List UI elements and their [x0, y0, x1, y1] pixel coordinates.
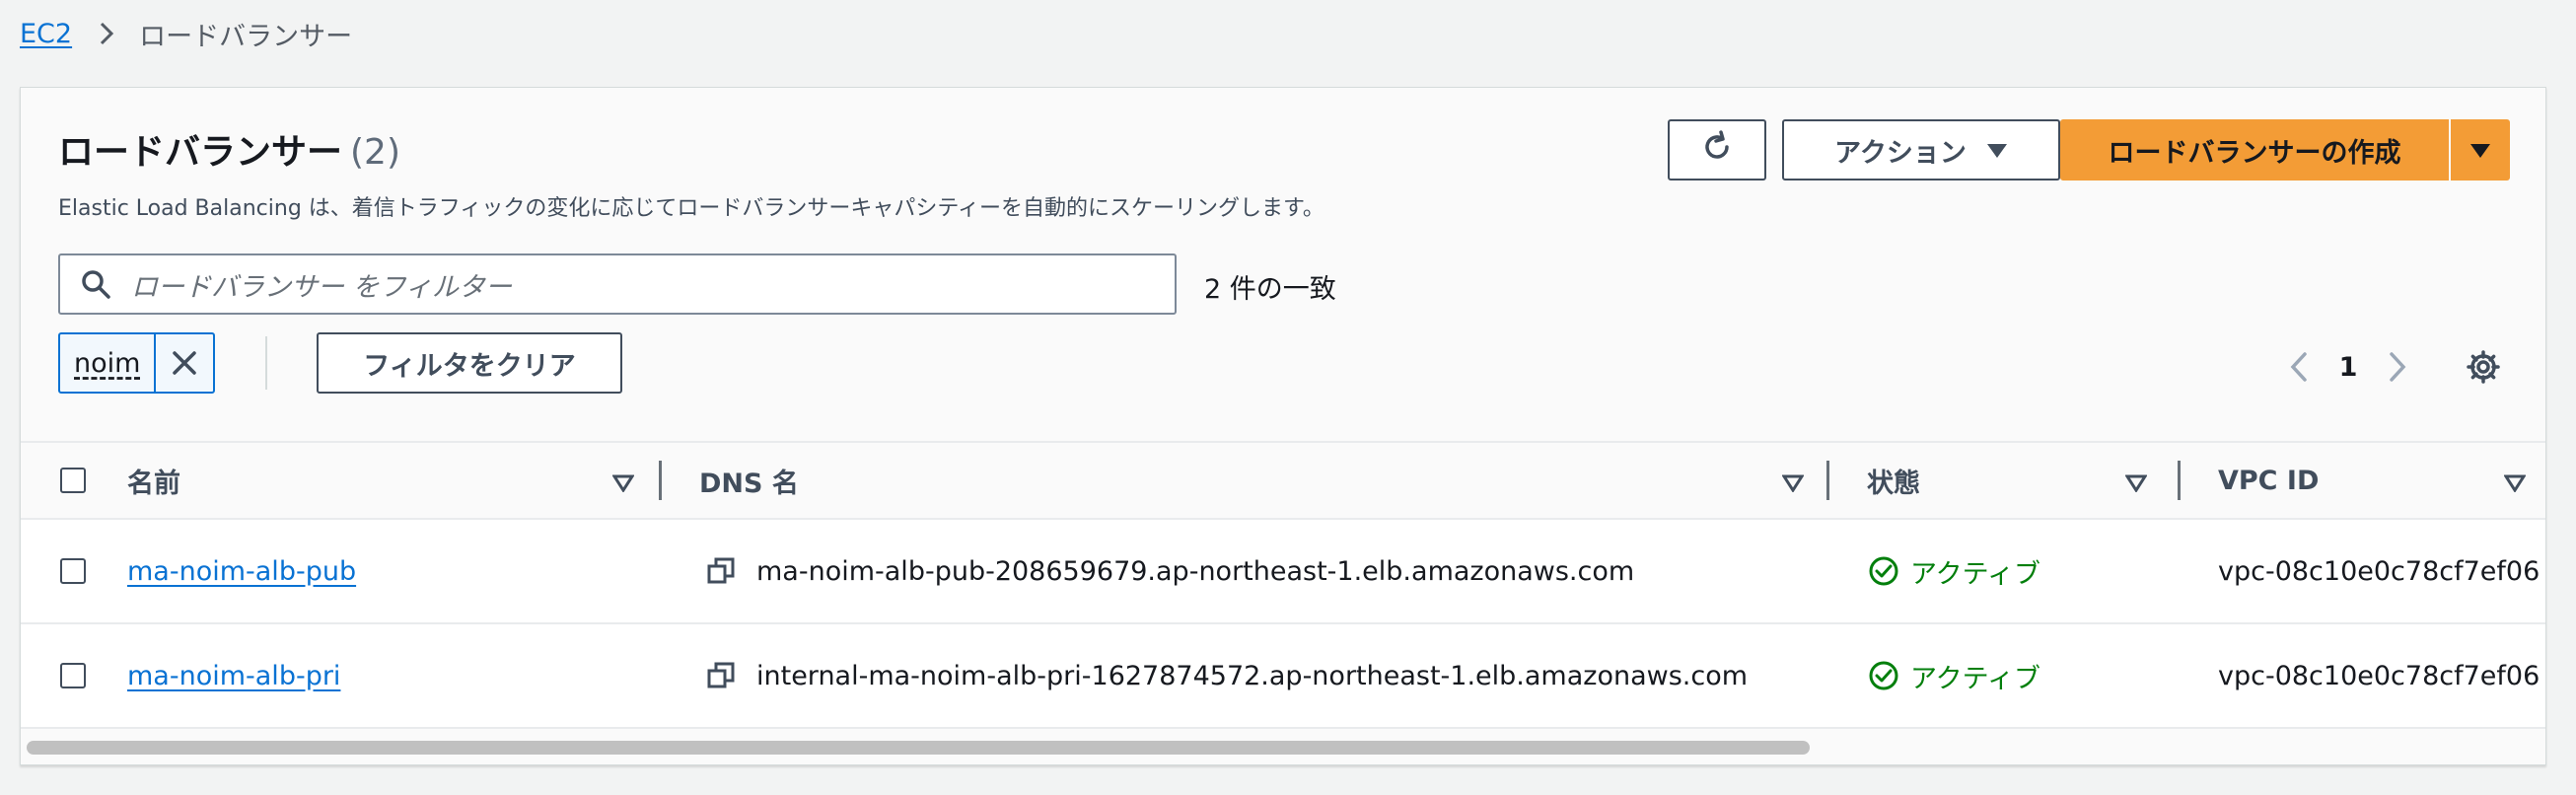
copy-icon[interactable]	[703, 658, 739, 693]
settings-icon	[2467, 350, 2500, 384]
dns-name: ma-noim-alb-pub-208659679.ap-northeast-1…	[756, 555, 1635, 587]
sort-icon	[611, 469, 635, 499]
create-load-balancer-button[interactable]: ロードバランサーの作成	[2060, 119, 2449, 181]
previous-page-button[interactable]	[2277, 345, 2321, 389]
load-balancers-panel: ロードバランサー (2) Elastic Load Balancing は、着信ト…	[20, 87, 2546, 765]
vpc-id: vpc-08c10e0c78cf7ef06	[2218, 660, 2540, 691]
status-text: アクティブ	[1910, 558, 2041, 590]
close-icon	[173, 351, 197, 375]
page-description: Elastic Load Balancing は、着信トラフィックの変化に応じて…	[58, 196, 1324, 221]
vpc-id: vpc-08c10e0c78cf7ef06	[2218, 555, 2540, 587]
match-count: 2 件の一致	[1204, 274, 1336, 305]
select-all-checkbox[interactable]	[60, 468, 86, 493]
item-count: (2)	[350, 132, 401, 173]
load-balancers-table: 名前 DNS 名 状態 VPC ID ma-noim-alb-pub ma-no…	[21, 441, 2545, 729]
caret-down-icon	[1986, 135, 2008, 166]
breadcrumb-current: ロードバランサー	[139, 21, 353, 52]
refresh-button[interactable]	[1668, 119, 1766, 181]
page-title-text: ロードバランサー	[58, 132, 343, 173]
breadcrumb-ec2-link[interactable]: EC2	[20, 19, 72, 49]
create-options-dropdown-button[interactable]	[2451, 119, 2510, 181]
check-circle-icon	[1867, 659, 1900, 692]
copy-icon[interactable]	[703, 553, 739, 589]
actions-dropdown-button[interactable]: アクション	[1782, 119, 2060, 181]
row-checkbox[interactable]	[60, 663, 86, 688]
column-label: DNS 名	[699, 468, 799, 499]
column-header-dns[interactable]: DNS 名	[662, 442, 1829, 519]
pagination: 1	[2277, 342, 2419, 392]
column-header-name[interactable]: 名前	[127, 442, 662, 519]
column-header-state[interactable]: 状態	[1829, 442, 2181, 519]
clear-filters-button[interactable]: フィルタをクリア	[317, 332, 622, 394]
remove-filter-token-button[interactable]	[154, 334, 213, 392]
horizontal-scrollbar[interactable]	[27, 741, 1810, 755]
status-text: アクティブ	[1910, 663, 2041, 694]
create-load-balancer-label: ロードバランサーの作成	[2108, 137, 2401, 169]
chevron-right-icon	[2390, 352, 2406, 382]
filter-token-label: noim	[74, 347, 141, 379]
table-settings-button[interactable]	[2461, 344, 2506, 390]
table-row[interactable]: ma-noim-alb-pri internal-ma-noim-alb-pri…	[21, 623, 2545, 728]
refresh-icon	[1699, 129, 1735, 172]
clear-filters-label: フィルタをクリア	[363, 350, 576, 382]
next-page-button[interactable]	[2376, 345, 2419, 389]
table-row[interactable]: ma-noim-alb-pub ma-noim-alb-pub-20865967…	[21, 519, 2545, 623]
actions-label: アクション	[1834, 137, 1967, 169]
current-page[interactable]: 1	[2321, 352, 2376, 383]
load-balancer-name-link[interactable]: ma-noim-alb-pub	[127, 556, 356, 587]
search-placeholder: ロードバランサー をフィルター	[131, 271, 513, 303]
sort-icon	[2124, 469, 2148, 499]
search-icon	[74, 262, 117, 306]
column-label: 名前	[127, 468, 180, 499]
column-label: 状態	[1867, 468, 1920, 499]
page-title: ロードバランサー (2)	[58, 123, 400, 175]
table-header-row: 名前 DNS 名 状態 VPC ID	[21, 442, 2545, 519]
sort-icon	[2503, 469, 2527, 499]
chevron-left-icon	[2290, 352, 2307, 382]
filter-token: noim	[58, 332, 216, 394]
caret-down-icon	[2469, 135, 2491, 166]
column-header-vpc-id[interactable]: VPC ID	[2181, 442, 2545, 519]
breadcrumb: EC2 ロードバランサー	[20, 14, 352, 53]
column-label: VPC ID	[2218, 465, 2320, 496]
chevron-right-icon	[94, 21, 119, 46]
sort-icon	[1781, 469, 1805, 499]
select-all-header	[21, 442, 127, 519]
load-balancer-name-link[interactable]: ma-noim-alb-pri	[127, 661, 340, 691]
filter-search-field[interactable]: ロードバランサー をフィルター	[58, 253, 1177, 315]
check-circle-icon	[1867, 554, 1900, 588]
filter-divider	[265, 336, 267, 390]
row-checkbox[interactable]	[60, 558, 86, 584]
dns-name: internal-ma-noim-alb-pri-1627874572.ap-n…	[756, 660, 1749, 691]
